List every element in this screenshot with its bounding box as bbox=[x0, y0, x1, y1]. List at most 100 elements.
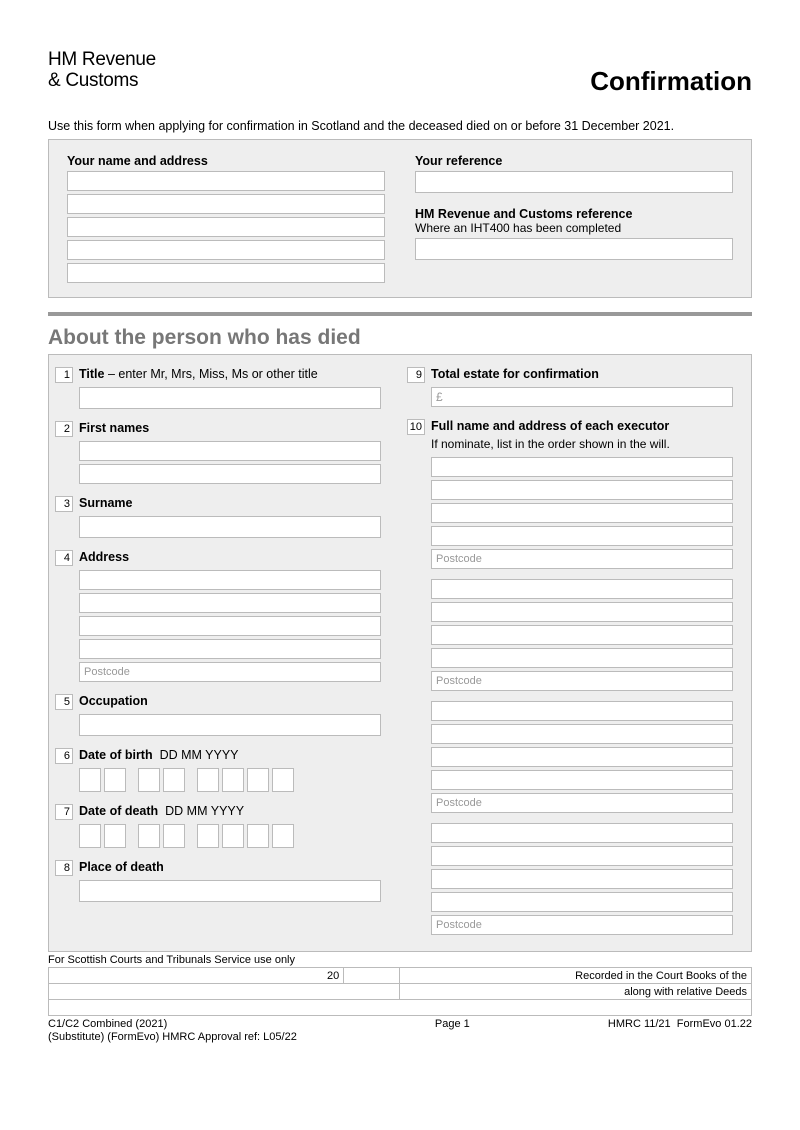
q2-first-names: 2 First names bbox=[55, 421, 381, 484]
exec2-line-2[interactable] bbox=[431, 602, 733, 622]
address-line-1[interactable] bbox=[79, 570, 381, 590]
exec1-line-2[interactable] bbox=[431, 480, 733, 500]
page-title: Confirmation bbox=[590, 66, 752, 97]
q9-label: Total estate for confirmation bbox=[431, 367, 599, 381]
court-cell-blank-3[interactable] bbox=[49, 1000, 752, 1016]
name-address-line-3[interactable] bbox=[67, 217, 385, 237]
q5-label: Occupation bbox=[79, 694, 148, 708]
dod-y1[interactable] bbox=[197, 824, 219, 848]
q3-number: 3 bbox=[55, 496, 73, 512]
dod-m2[interactable] bbox=[163, 824, 185, 848]
court-table: 20 Recorded in the Court Books of the al… bbox=[48, 967, 752, 1016]
reference-col: Your reference HM Revenue and Customs re… bbox=[415, 154, 733, 283]
exec2-line-3[interactable] bbox=[431, 625, 733, 645]
q1-number: 1 bbox=[55, 367, 73, 383]
dod-d1[interactable] bbox=[79, 824, 101, 848]
exec1-line-3[interactable] bbox=[431, 503, 733, 523]
dod-inputs bbox=[79, 824, 381, 848]
q7-number: 7 bbox=[55, 804, 73, 820]
q3-surname: 3 Surname bbox=[55, 496, 381, 538]
name-address-label: Your name and address bbox=[67, 154, 385, 168]
exec1-postcode[interactable]: Postcode bbox=[431, 549, 733, 569]
dob-y1[interactable] bbox=[197, 768, 219, 792]
occupation-input[interactable] bbox=[79, 714, 381, 736]
name-address-col: Your name and address bbox=[67, 154, 385, 283]
exec2-postcode[interactable]: Postcode bbox=[431, 671, 733, 691]
exec4-line-3[interactable] bbox=[431, 869, 733, 889]
executor-block-1: Postcode bbox=[431, 457, 733, 569]
q6-number: 6 bbox=[55, 748, 73, 764]
q9-number: 9 bbox=[407, 367, 425, 383]
exec3-line-4[interactable] bbox=[431, 770, 733, 790]
q8-label: Place of death bbox=[79, 860, 164, 874]
q3-label: Surname bbox=[79, 496, 133, 510]
dod-y3[interactable] bbox=[247, 824, 269, 848]
court-cell-20[interactable]: 20 bbox=[49, 968, 344, 984]
section-heading: About the person who has died bbox=[48, 326, 752, 350]
q6-label: Date of birth bbox=[79, 748, 153, 762]
exec1-line-1[interactable] bbox=[431, 457, 733, 477]
dod-d2[interactable] bbox=[104, 824, 126, 848]
name-address-line-2[interactable] bbox=[67, 194, 385, 214]
dob-y2[interactable] bbox=[222, 768, 244, 792]
exec4-line-1[interactable] bbox=[431, 823, 733, 843]
section-rule bbox=[48, 312, 752, 316]
name-address-line-1[interactable] bbox=[67, 171, 385, 191]
dob-inputs bbox=[79, 768, 381, 792]
footer-left: C1/C2 Combined (2021) (Substitute) (Form… bbox=[48, 1018, 297, 1044]
hmrc-reference-label: HM Revenue and Customs reference bbox=[415, 207, 733, 221]
dod-y4[interactable] bbox=[272, 824, 294, 848]
q5-occupation: 5 Occupation bbox=[55, 694, 381, 736]
exec3-line-2[interactable] bbox=[431, 724, 733, 744]
address-line-2[interactable] bbox=[79, 593, 381, 613]
executor-block-2: Postcode bbox=[431, 579, 733, 691]
logo-line-1: HM Revenue bbox=[48, 49, 156, 70]
court-cell-deeds[interactable]: along with relative Deeds bbox=[400, 984, 752, 1000]
court-cell-recorded[interactable]: Recorded in the Court Books of the bbox=[400, 968, 752, 984]
first-names-line-2[interactable] bbox=[79, 464, 381, 484]
exec2-line-4[interactable] bbox=[431, 648, 733, 668]
address-postcode[interactable]: Postcode bbox=[79, 662, 381, 682]
q2-number: 2 bbox=[55, 421, 73, 437]
dod-m1[interactable] bbox=[138, 824, 160, 848]
place-of-death-input[interactable] bbox=[79, 880, 381, 902]
exec3-postcode[interactable]: Postcode bbox=[431, 793, 733, 813]
q7-hint: DD MM YYYY bbox=[165, 804, 244, 818]
title-input[interactable] bbox=[79, 387, 381, 409]
dob-d1[interactable] bbox=[79, 768, 101, 792]
q4-number: 4 bbox=[55, 550, 73, 566]
q4-address: 4 Address Postcode bbox=[55, 550, 381, 682]
intro-text: Use this form when applying for confirma… bbox=[48, 119, 752, 133]
court-cell-blank-1[interactable] bbox=[344, 968, 400, 984]
dob-m2[interactable] bbox=[163, 768, 185, 792]
q7-date-of-death: 7 Date of death DD MM YYYY bbox=[55, 804, 381, 848]
surname-input[interactable] bbox=[79, 516, 381, 538]
exec3-line-1[interactable] bbox=[431, 701, 733, 721]
dob-d2[interactable] bbox=[104, 768, 126, 792]
exec1-line-4[interactable] bbox=[431, 526, 733, 546]
address-line-3[interactable] bbox=[79, 616, 381, 636]
first-names-line-1[interactable] bbox=[79, 441, 381, 461]
q7-label: Date of death bbox=[79, 804, 158, 818]
hmrc-reference-input[interactable] bbox=[415, 238, 733, 260]
name-address-line-5[interactable] bbox=[67, 263, 385, 283]
exec4-line-2[interactable] bbox=[431, 846, 733, 866]
name-address-line-4[interactable] bbox=[67, 240, 385, 260]
dob-y3[interactable] bbox=[247, 768, 269, 792]
exec3-line-3[interactable] bbox=[431, 747, 733, 767]
address-line-4[interactable] bbox=[79, 639, 381, 659]
q6-hint: DD MM YYYY bbox=[160, 748, 239, 762]
exec4-postcode[interactable]: Postcode bbox=[431, 915, 733, 935]
exec4-line-4[interactable] bbox=[431, 892, 733, 912]
exec2-line-1[interactable] bbox=[431, 579, 733, 599]
page: HM Revenue & Customs Confirmation Use th… bbox=[0, 0, 800, 1064]
executor-block-4: Postcode bbox=[431, 823, 733, 935]
left-column: 1 Title – enter Mr, Mrs, Miss, Ms or oth… bbox=[55, 367, 381, 941]
dod-y2[interactable] bbox=[222, 824, 244, 848]
dob-y4[interactable] bbox=[272, 768, 294, 792]
court-cell-blank-2[interactable] bbox=[49, 984, 400, 1000]
total-estate-input[interactable]: £ bbox=[431, 387, 733, 407]
dob-m1[interactable] bbox=[138, 768, 160, 792]
your-reference-input[interactable] bbox=[415, 171, 733, 193]
hmrc-logo: HM Revenue & Customs bbox=[48, 50, 156, 92]
